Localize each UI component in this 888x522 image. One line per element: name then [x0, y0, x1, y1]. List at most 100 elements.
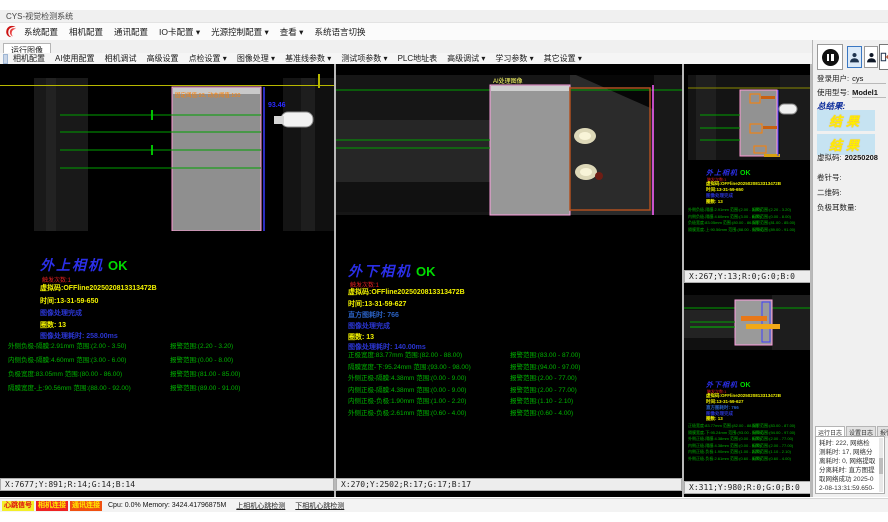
menu-item-5[interactable]: 查看 ▾	[280, 26, 304, 38]
toolbar-item-8[interactable]: PLC地址表	[398, 53, 438, 64]
virtual-code-row: 虚拟码: 20250208	[817, 152, 879, 163]
alarm-range: 报警范围:(81.00 - 85.00)	[752, 220, 808, 226]
virtual-code-label: 虚拟码:	[817, 152, 842, 163]
camera-image-left[interactable]: 固定阈值:93, 动态阈值:100 93.46	[0, 64, 334, 231]
switch-user-button[interactable]	[864, 46, 878, 68]
measurement-rows: 正极宽度:83.77mm 范围:(82.00 - 88.00)报警范围:(83.…	[348, 349, 678, 419]
pixel-coordinate-bar-left: X:7677;Y:891;R:14;G:14;B:14	[0, 478, 334, 491]
toolbar-item-9[interactable]: 高级调试 ▾	[447, 53, 485, 64]
login-user-value: cys	[852, 74, 886, 84]
toolbar-item-2[interactable]: 相机调试	[105, 53, 137, 64]
measurement-value: 正极宽度:83.77mm 范围:(82.00 - 88.00)	[348, 349, 510, 359]
result-text-1: 结果	[829, 111, 863, 130]
result-panel-small-top: 外上相机 OK 触发次数:1 虚拟码:OFFline20250208133134…	[684, 160, 811, 270]
tab-count-label: 负极耳数量:	[817, 202, 857, 213]
exit-door-icon	[880, 50, 888, 64]
separator-roi-rectangle	[490, 85, 570, 215]
loop-count: 圈数: 13	[706, 416, 723, 422]
measurement-value: 内侧正极-隔膜:4.38mm 范围:(0.00 - 9.00)	[688, 443, 752, 449]
menu-item-4[interactable]: 光源控制配置 ▾	[211, 26, 269, 38]
toolbar-item-3[interactable]: 高级设置	[147, 53, 179, 64]
status-badges: 心跳信号相机连接通讯连接	[0, 501, 102, 511]
log-scrollbar[interactable]	[879, 438, 883, 492]
measurement-rows: 外侧负极-隔膜:2.91mm 范围:(2.00 - 3.50)报警范围:(2.2…	[688, 207, 808, 233]
pixel-coordinate-bar-middle: X:270;Y:2502;R:17;G:17;B:17	[336, 478, 682, 491]
menu-item-6[interactable]: 系统语言切换	[314, 26, 365, 38]
measurement-value: 内侧正极-负极:1.90mm 范围:(1.00 - 2.20)	[348, 395, 510, 405]
alarm-range: 报警范围:(83.00 - 87.00)	[510, 349, 678, 359]
camera-image-small-top[interactable]	[684, 64, 811, 160]
measurement-value: 外侧正极-隔膜:4.38mm 范围:(0.00 - 9.00)	[348, 372, 510, 382]
menu-item-1[interactable]: 相机配置	[69, 26, 103, 38]
alarm-range: 报警范围:(94.00 - 97.00)	[752, 430, 808, 436]
defect-marker	[595, 172, 603, 180]
camera-image-small-bottom[interactable]	[684, 283, 811, 378]
toolbar-item-11[interactable]: 其它设置 ▾	[544, 53, 582, 64]
app-window: CYS-视觉检测系统 系统配置相机配置通讯配置IO卡配置 ▾光源控制配置 ▾查看…	[0, 0, 888, 522]
measurement-value: 外侧正极-负极:2.61mm 范围:(0.60 - 4.00)	[688, 456, 752, 462]
pixel-coordinates: X:270;Y:2502;R:17;G:17;B:17	[341, 480, 471, 489]
virtual-code: 虚拟码:OFFline2025020813313472B	[40, 283, 157, 293]
window-title: CYS-视觉检测系统	[6, 12, 73, 21]
measurement-rows: 正极宽度:83.77mm 范围:(82.00 - 88.00)报警范围:(83.…	[688, 423, 808, 462]
toolbar-item-10[interactable]: 学习参数 ▾	[495, 53, 533, 64]
measurement-value: 正极宽度:83.77mm 范围:(82.00 - 88.00)	[688, 423, 752, 429]
pixel-coordinates: X:267;Y:13;R:0;G:0;B:0	[689, 272, 795, 281]
tab-strip: 运行图像	[0, 40, 888, 54]
result-box-1: 结果	[817, 110, 875, 131]
camera-top-heartbeat-link[interactable]: 上相机心跳检测	[236, 501, 285, 511]
virtual-code: 虚拟码:OFFline2025020813313472B	[348, 287, 465, 297]
status-badge-0: 心跳信号	[2, 501, 34, 511]
login-user-label: 登录用户:	[817, 73, 849, 84]
measurement-value: 隔膜宽度-上:90.56mm 范围:(88.00 - 92.00)	[688, 227, 752, 233]
model-row: 使用型号: Model1	[817, 87, 886, 98]
overlay-highlight	[746, 324, 780, 329]
alarm-range: 报警范围:(2.00 - 77.00)	[752, 443, 808, 449]
menu-items: 系统配置相机配置通讯配置 IO卡配置 ▾ 光源控制配置 ▾ 查看 ▾ 系统语言切换	[24, 26, 376, 38]
camera-title: 外下相机	[348, 261, 412, 281]
separator-roi-rectangle	[172, 87, 261, 231]
toolbar-item-7[interactable]: 测试项参数 ▾	[341, 53, 387, 64]
exit-button[interactable]	[879, 44, 888, 70]
measurement-rows: 外侧负极-隔膜:2.91mm 范围:(2.00 - 3.50)报警范围:(2.2…	[8, 340, 330, 396]
model-value[interactable]: Model1	[852, 88, 886, 98]
alarm-range: 报警范围:(0.60 - 4.00)	[752, 456, 808, 462]
loop-count: 圈数: 13	[348, 332, 374, 342]
user-button[interactable]	[847, 46, 862, 68]
alarm-range: 报警范围:(94.00 - 97.00)	[510, 361, 678, 371]
capture-time: 时间:13-31-59-650	[40, 296, 98, 306]
menu-item-3[interactable]: IO卡配置 ▾	[159, 26, 200, 38]
menu-item-2[interactable]: 通讯配置	[114, 26, 148, 38]
alarm-range: 报警范围:(83.00 - 87.00)	[752, 423, 808, 429]
measurement-row: 内侧正极-隔膜:4.38mm 范围:(0.00 - 9.00)报警范围:(2.0…	[348, 384, 678, 396]
window-titlebar: CYS-视觉检测系统	[0, 10, 888, 23]
qrcode-label: 二维码:	[817, 187, 842, 198]
toolbar-item-4[interactable]: 点检设置 ▾	[189, 53, 227, 64]
measurement-row: 外侧正极-负极:2.61mm 范围:(0.60 - 4.00)报警范围:(0.6…	[688, 456, 808, 463]
user-icon	[849, 51, 860, 64]
pause-button[interactable]	[817, 44, 843, 70]
toolbar-item-5[interactable]: 图像处理 ▾	[237, 53, 275, 64]
alarm-range: 报警范围:(0.60 - 4.00)	[510, 407, 678, 417]
log-output[interactable]: 耗时: 222, 网络检测耗时: 17, 网络分离耗时: 0, 网络提取分离耗时…	[815, 436, 885, 494]
measurement-row: 内侧正极-负极:1.90mm 范围:(1.00 - 2.20)报警范围:(1.1…	[348, 395, 678, 407]
alarm-range: 报警范围:(89.00 - 91.00)	[752, 227, 808, 233]
toolbar-item-6[interactable]: 基准线参数 ▾	[285, 53, 331, 64]
tab-connector-shape	[779, 104, 797, 114]
process-done: 图像处理完成	[348, 321, 390, 331]
measurement-value: 负极宽度:83.05mm 范围:(80.00 - 86.00)	[8, 368, 170, 378]
menu-bar: 系统配置相机配置通讯配置 IO卡配置 ▾ 光源控制配置 ▾ 查看 ▾ 系统语言切换	[0, 23, 888, 41]
control-sidebar: 登录用户: cys 使用型号: Model1 总结果: 结果 结果 虚拟码: 2…	[812, 40, 888, 497]
edge-value-label: 93.46	[268, 102, 286, 109]
machinery-band	[336, 120, 490, 182]
menu-item-0[interactable]: 系统配置	[24, 26, 58, 38]
toolbar-item-1[interactable]: AI使用配置	[55, 53, 95, 64]
camera-image-middle[interactable]: AI处理图像	[336, 64, 682, 235]
alarm-range: 报警范围:(2.00 - 77.00)	[510, 372, 678, 382]
measurement-value: 内侧负极-隔膜:4.60mm 范围:(3.00 - 6.00)	[688, 214, 752, 220]
needle-row: 卷针号:	[817, 172, 842, 183]
ai-overlay-label: AI处理图像	[493, 77, 523, 85]
camera-bottom-heartbeat-link[interactable]: 下相机心跳检测	[295, 501, 344, 511]
alarm-range: 报警范围:(2.20 - 3.20)	[170, 340, 330, 350]
toolbar-item-0[interactable]: 相机配置	[13, 53, 45, 64]
